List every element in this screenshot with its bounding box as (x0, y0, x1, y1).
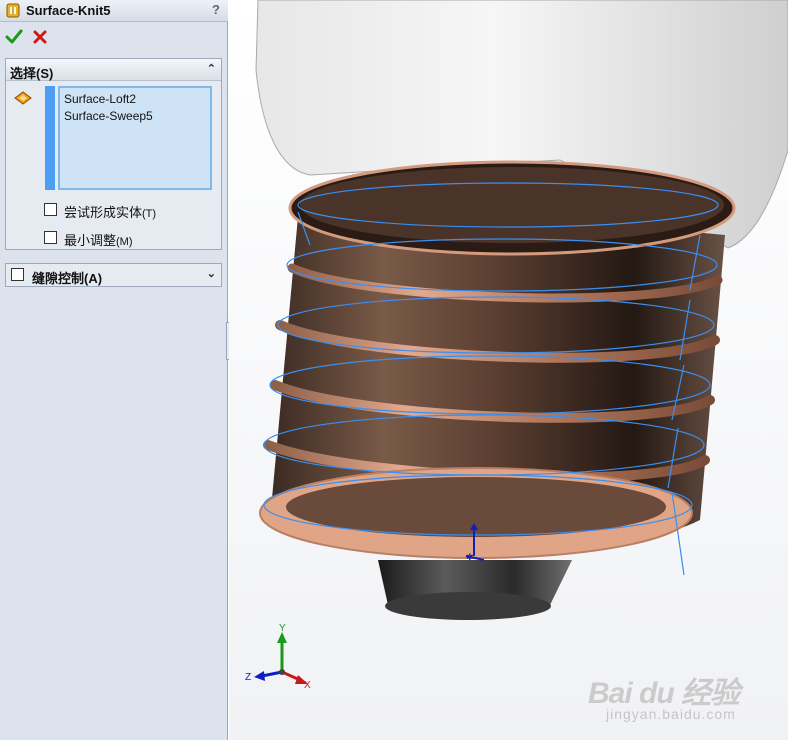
expand-down-icon[interactable]: ⌄ (207, 267, 216, 280)
try-solid-shortcut: (T) (142, 208, 157, 220)
min-adjust-checkbox[interactable] (44, 231, 57, 244)
selection-list-item[interactable]: Surface-Loft2 (64, 91, 206, 108)
base-top-opening (300, 167, 724, 243)
model-view[interactable]: ✱ Y X Z (229, 0, 788, 740)
ok-button[interactable] (5, 28, 23, 46)
gap-control-checkbox[interactable] (11, 268, 24, 281)
selections-group: 选择(S) ⌃ Surface-Loft2 Surface-Sweep5 尝试形… (5, 58, 222, 250)
graphics-viewport[interactable]: ✱ Y X Z (229, 0, 788, 740)
cancel-button[interactable] (31, 28, 49, 46)
property-manager: Surface-Knit5 ? 选择(S) ⌃ Surface-Loft2 Su… (0, 0, 228, 740)
selection-list-active-bar (45, 86, 55, 190)
svg-text:✱: ✱ (466, 552, 474, 562)
triad-x-label: X (304, 680, 311, 691)
feature-title: Surface-Knit5 (26, 3, 111, 18)
knit-feature-icon (6, 3, 20, 18)
help-icon[interactable]: ? (212, 2, 220, 17)
surface-selection-icon (14, 91, 32, 105)
gap-control-group[interactable]: 缝隙控制(A) ⌄ (5, 263, 222, 287)
selections-group-header[interactable]: 选择(S) ⌃ (6, 59, 221, 81)
min-adjust-label: 最小调整 (64, 233, 117, 248)
collapse-up-icon[interactable]: ⌃ (207, 62, 216, 75)
contact-tip-bottom (385, 592, 551, 620)
property-manager-title-bar: Surface-Knit5 ? (0, 0, 228, 22)
try-solid-checkbox[interactable] (44, 203, 57, 216)
watermark-url: jingyan.baidu.com (606, 706, 736, 722)
try-solid-label: 尝试形成实体 (64, 205, 143, 220)
selections-group-title: 选择(S) (10, 66, 54, 81)
selection-list[interactable]: Surface-Loft2 Surface-Sweep5 (58, 86, 212, 190)
triad-y-label: Y (279, 623, 286, 634)
triad-z-label: Z (245, 672, 251, 683)
gap-control-title: 缝隙控制(A) (32, 271, 103, 286)
min-adjust-shortcut: (M) (116, 236, 133, 248)
selection-list-item[interactable]: Surface-Sweep5 (64, 108, 206, 125)
